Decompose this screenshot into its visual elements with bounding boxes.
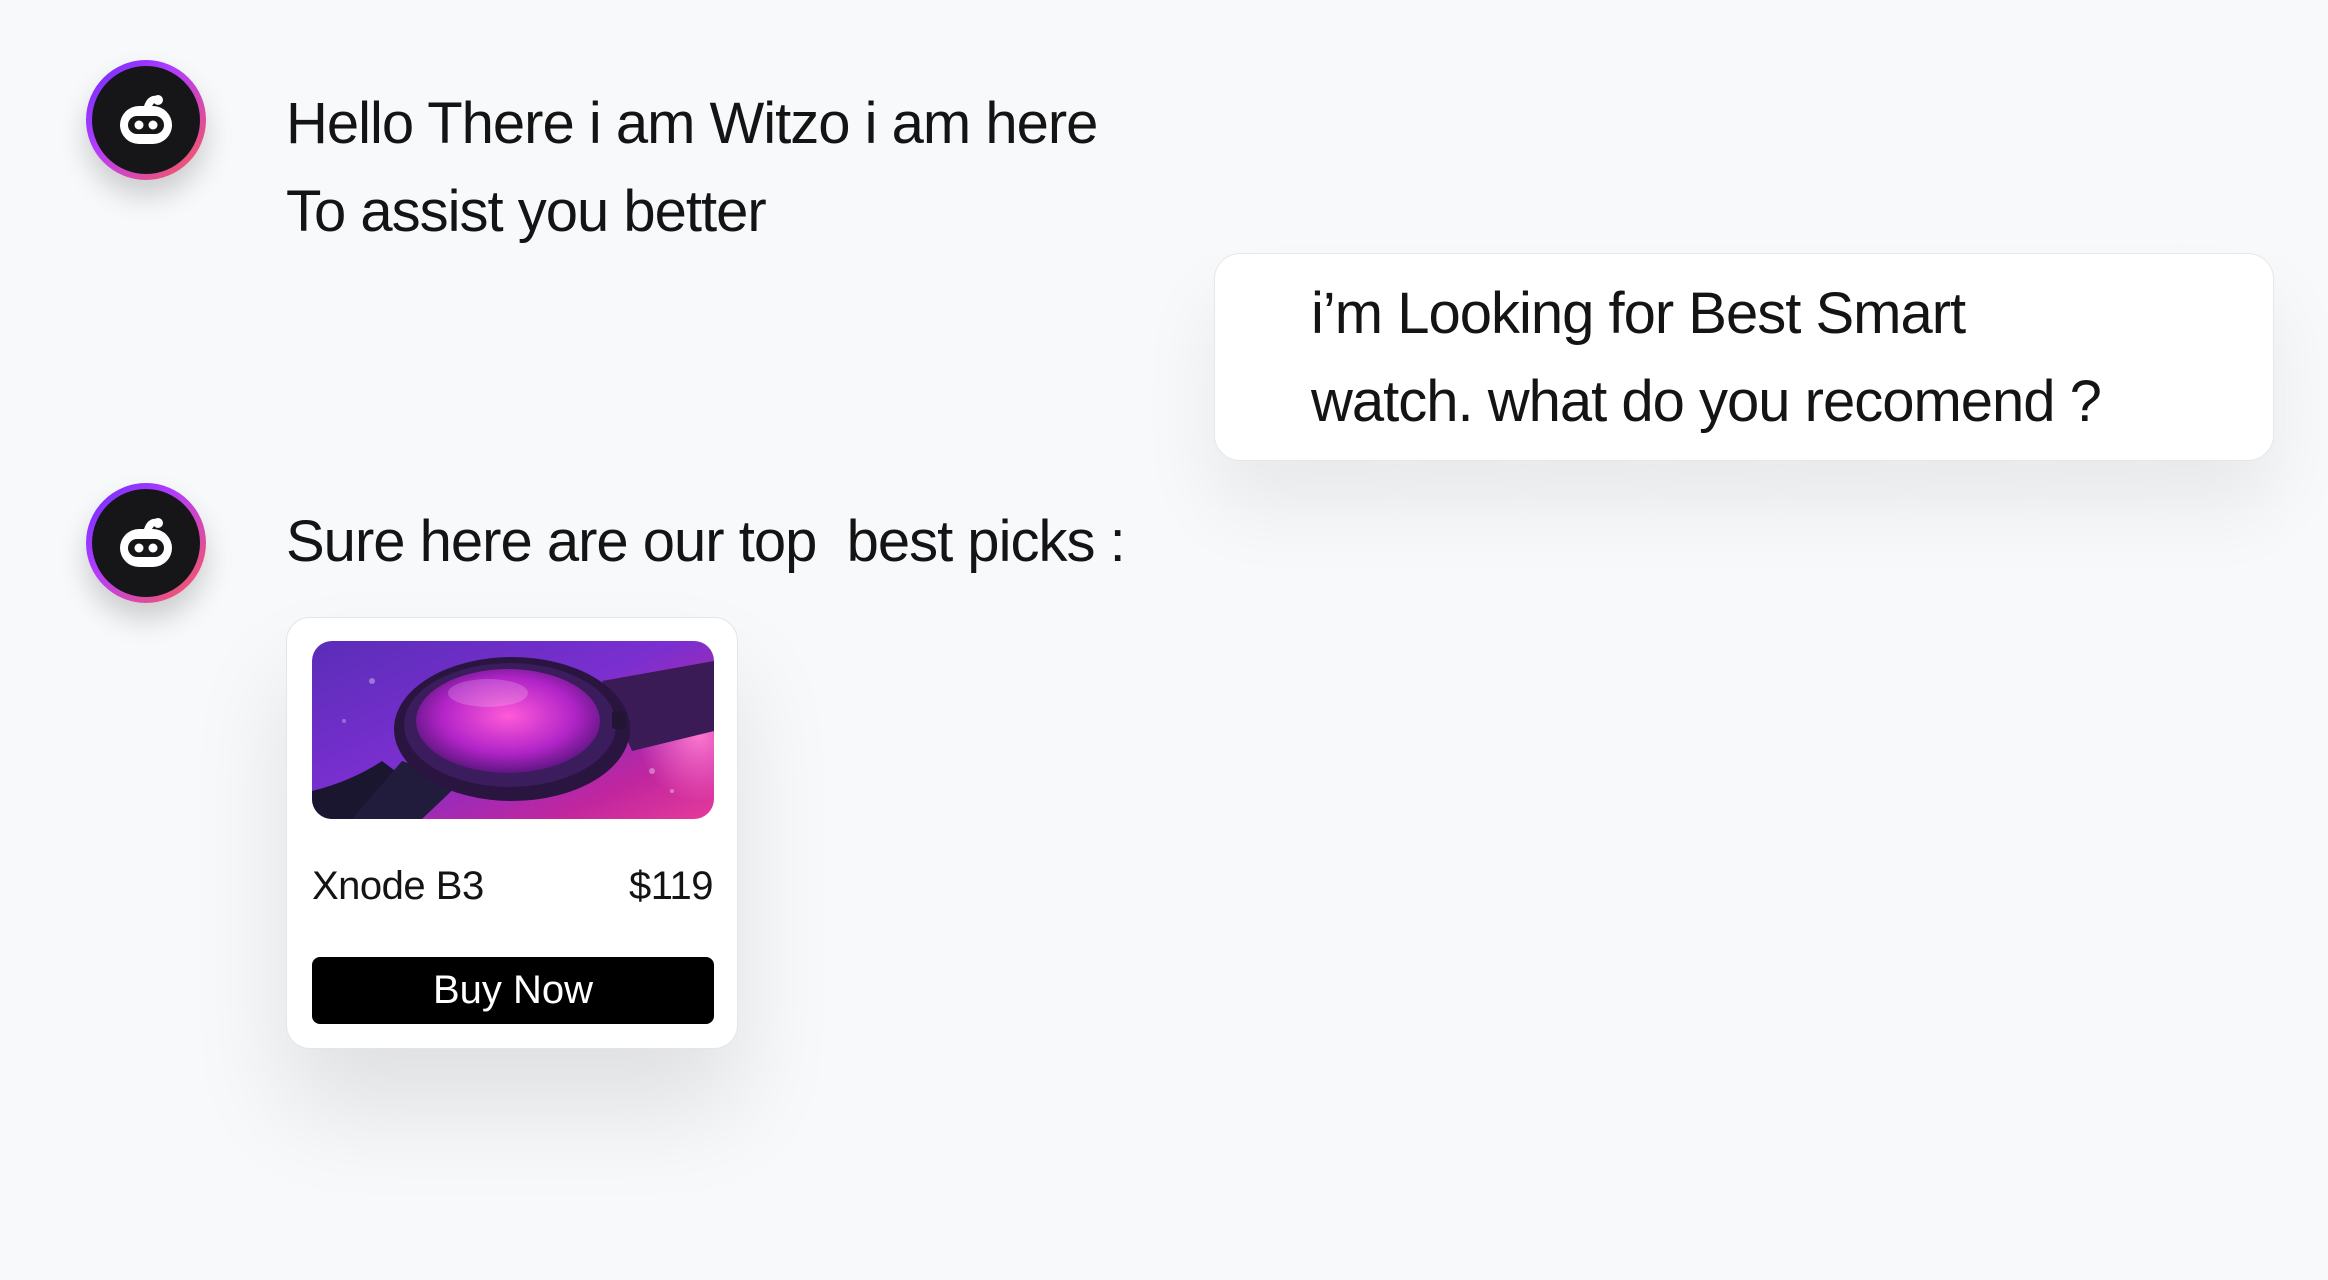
- buy-now-button[interactable]: Buy Now: [312, 957, 714, 1024]
- reply-text: Sure here are our top best picks :: [286, 509, 1126, 574]
- user-message: i’m Looking for Best Smart watch. what d…: [1311, 270, 2102, 446]
- user-message-bubble: i’m Looking for Best Smart watch. what d…: [1214, 253, 2274, 461]
- user-message-line-2: watch. what do you recomend ?: [1311, 369, 2102, 434]
- assistant-avatar: [86, 483, 206, 603]
- product-price: $119: [628, 864, 714, 908]
- robot-face-icon: [92, 489, 200, 597]
- greeting-line-2: To assist you better: [286, 179, 767, 244]
- greeting-line-1: Hello There i am Witzo i am here: [286, 91, 1098, 156]
- greeting-message: Hello There i am Witzo i am here To assi…: [286, 80, 1098, 256]
- robot-face-icon: [92, 66, 200, 174]
- reply-message: Sure here are our top best picks :: [286, 498, 1126, 586]
- user-message-line-1: i’m Looking for Best Smart: [1311, 281, 1966, 346]
- smartwatch-image[interactable]: [312, 641, 714, 819]
- assistant-avatar: [86, 60, 206, 180]
- product-card[interactable]: Xnode B3 $119 Buy Now: [286, 617, 738, 1049]
- product-name: Xnode B3: [312, 864, 484, 908]
